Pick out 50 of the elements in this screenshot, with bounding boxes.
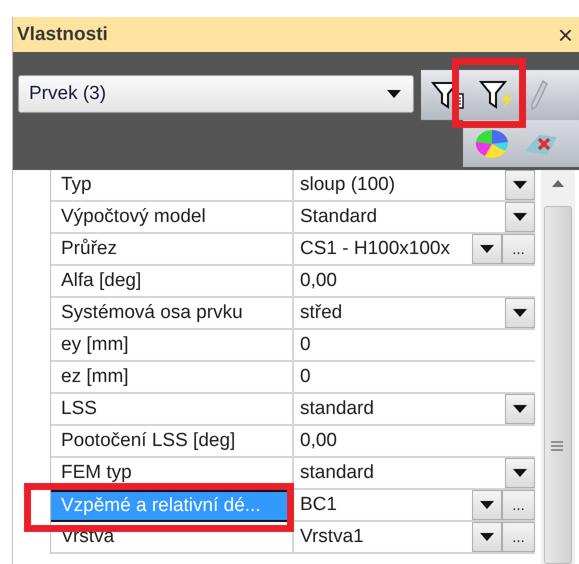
property-name[interactable]: Systémová osa prvku bbox=[51, 298, 294, 330]
dropdown-arrow-icon bbox=[513, 213, 527, 221]
property-name[interactable]: Průřez bbox=[51, 234, 294, 266]
dropdown-button[interactable] bbox=[505, 394, 535, 424]
dropdown-button[interactable] bbox=[505, 298, 535, 328]
scrollbar[interactable] bbox=[541, 170, 575, 564]
property-name[interactable]: ez [mm] bbox=[51, 362, 294, 394]
dropdown-arrow-icon bbox=[480, 501, 494, 509]
filter-list-icon[interactable] bbox=[431, 80, 465, 110]
grip-icon bbox=[550, 440, 564, 454]
filter-lightning-icon[interactable] bbox=[479, 79, 515, 111]
browse-button[interactable]: ... bbox=[502, 234, 535, 264]
property-value[interactable]: 0,00 bbox=[294, 426, 535, 456]
panel-title: Vlastnosti bbox=[17, 24, 108, 46]
scroll-up-icon[interactable] bbox=[552, 180, 564, 187]
property-value[interactable]: sloup (100) bbox=[294, 170, 505, 200]
property-value[interactable]: CS1 - H100x100x bbox=[294, 234, 472, 264]
close-button[interactable]: × bbox=[558, 22, 573, 48]
dropdown-arrow-icon bbox=[513, 469, 527, 477]
dropdown-button[interactable] bbox=[472, 490, 502, 520]
dropdown-button[interactable] bbox=[505, 202, 535, 232]
property-name[interactable]: Pootočení LSS [deg] bbox=[51, 426, 294, 458]
property-value[interactable]: 0 bbox=[294, 330, 535, 360]
property-value[interactable]: BC1 bbox=[294, 490, 472, 520]
property-value[interactable]: 0,00 bbox=[294, 266, 535, 296]
property-value[interactable]: 0 bbox=[294, 362, 535, 392]
dropdown-button[interactable] bbox=[472, 234, 502, 264]
property-value[interactable]: střed bbox=[294, 298, 505, 328]
dropdown-button[interactable] bbox=[505, 170, 535, 200]
dropdown-arrow-icon bbox=[387, 90, 401, 98]
property-value[interactable]: standard bbox=[294, 394, 505, 424]
dropdown-arrow-icon bbox=[513, 181, 527, 189]
dropdown-button[interactable] bbox=[472, 522, 502, 552]
dropdown-arrow-icon bbox=[513, 405, 527, 413]
dropdown-arrow-icon bbox=[480, 533, 494, 541]
dropdown-arrow-icon bbox=[480, 245, 494, 253]
property-name[interactable]: Alfa [deg] bbox=[51, 266, 294, 298]
browse-button[interactable]: ... bbox=[502, 522, 535, 552]
browse-button[interactable]: ... bbox=[502, 490, 535, 520]
property-name[interactable]: ey [mm] bbox=[51, 330, 294, 362]
property-value[interactable]: Standard bbox=[294, 202, 505, 232]
dropdown-button[interactable] bbox=[505, 458, 535, 488]
property-value[interactable]: standard bbox=[294, 458, 505, 488]
element-dropdown[interactable]: Prvek (3) bbox=[18, 75, 414, 113]
property-value[interactable]: Vrstva1 bbox=[294, 522, 472, 552]
property-name[interactable]: LSS bbox=[51, 394, 294, 426]
pie-chart-icon[interactable] bbox=[475, 128, 509, 158]
property-name[interactable]: Typ bbox=[51, 170, 294, 202]
property-name[interactable]: Výpočtový model bbox=[51, 202, 294, 234]
dropdown-arrow-icon bbox=[513, 309, 527, 317]
